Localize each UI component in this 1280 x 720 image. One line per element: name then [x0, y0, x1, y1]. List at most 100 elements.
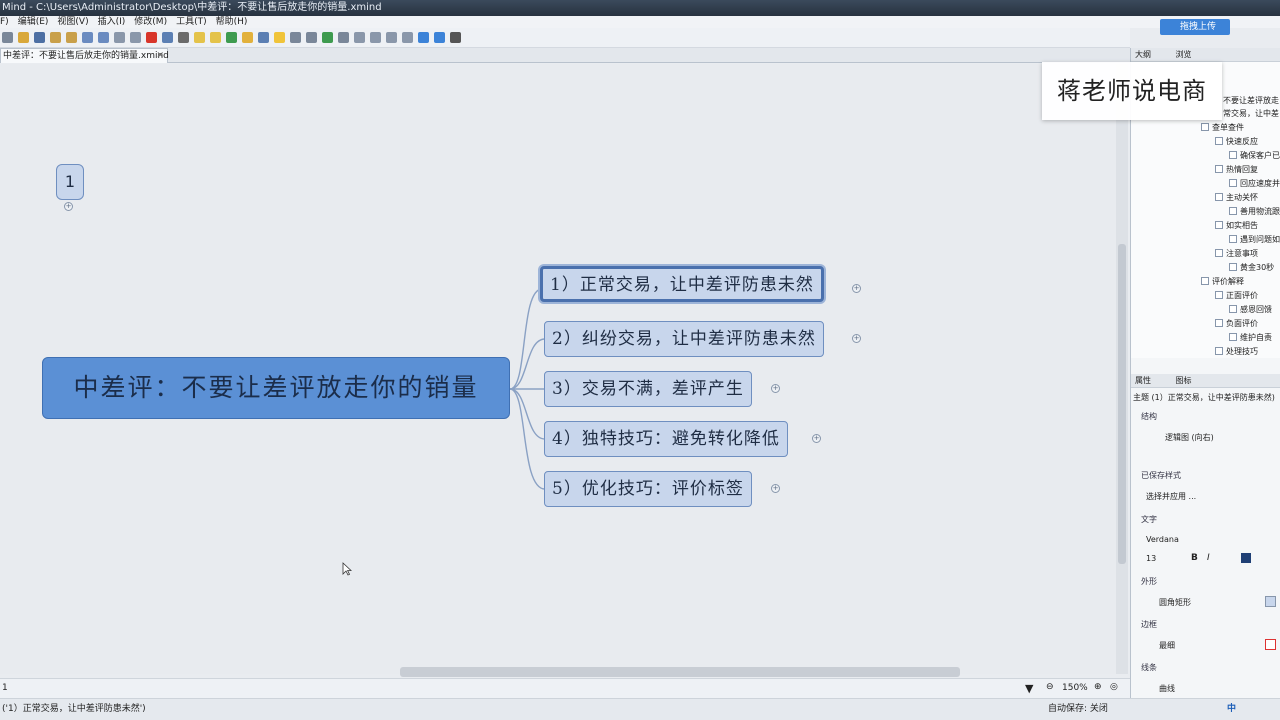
idea-icon[interactable] — [274, 32, 285, 43]
outline-item[interactable]: 确保客户已 — [1229, 149, 1280, 162]
outline-item[interactable]: 不要让差评放走 — [1223, 94, 1279, 107]
outline-item[interactable]: 负面评价 — [1215, 317, 1258, 330]
outline-item[interactable]: 查单查件 — [1201, 121, 1244, 134]
export-icon[interactable] — [338, 32, 349, 43]
expand-collapse-icon[interactable]: + — [852, 334, 861, 343]
tab-outline[interactable]: 大纲 — [1135, 50, 1151, 59]
text-title: 文字 — [1141, 515, 1157, 524]
cloud-upload-icon[interactable] — [418, 32, 429, 43]
image-icon[interactable] — [162, 32, 173, 43]
line-select[interactable]: 曲线 — [1159, 683, 1175, 694]
close-icon[interactable]: ✕ — [156, 49, 164, 63]
editor-tab[interactable]: 中差评：不要让售后放走你的销量.xmind ✕ — [0, 48, 169, 63]
fit-icon[interactable]: ◎ — [1110, 682, 1118, 692]
outline-view-icon[interactable] — [370, 32, 381, 43]
relationship-icon[interactable] — [130, 32, 141, 43]
tab-properties[interactable]: 属性 — [1135, 376, 1151, 385]
ime-indicator[interactable]: 中 — [1227, 699, 1236, 719]
border-color-icon[interactable] — [1265, 639, 1276, 650]
outline-item[interactable]: 主动关怀 — [1215, 191, 1258, 204]
window-title: Mind - C:\Users\Administrator\Desktop\中差… — [2, 2, 382, 13]
outline-item[interactable]: 善用物流跟 — [1229, 205, 1280, 218]
italic-icon[interactable]: I — [1207, 553, 1210, 563]
structure-select[interactable]: 逻辑图 (向右) — [1165, 432, 1214, 443]
upload-button[interactable]: 拖拽上传 — [1160, 19, 1230, 35]
share-icon[interactable] — [322, 32, 333, 43]
open-folder-icon[interactable] — [18, 32, 29, 43]
zoom-level: 150% — [1062, 683, 1088, 693]
bold-icon[interactable]: B — [1191, 553, 1198, 563]
subtopic-icon[interactable] — [98, 32, 109, 43]
font-color-icon[interactable] — [1241, 553, 1251, 563]
tab-icons[interactable]: 图标 — [1176, 376, 1192, 385]
outline-item[interactable]: 维护自责 — [1229, 331, 1272, 344]
format-icon[interactable] — [258, 32, 269, 43]
outline-item[interactable]: 黄金30秒 — [1229, 261, 1274, 274]
grid-icon[interactable] — [354, 32, 365, 43]
filter-icon[interactable]: ▼ — [1025, 682, 1033, 695]
window-title-bar: Mind - C:\Users\Administrator\Desktop\中差… — [0, 0, 1280, 16]
border-select[interactable]: 最细 — [1159, 640, 1175, 651]
menu-modify[interactable]: 修改(M) — [134, 16, 167, 28]
publish-icon[interactable] — [434, 32, 445, 43]
vertical-scrollbar[interactable] — [1116, 64, 1128, 674]
branch-topic-5[interactable]: 5）优化技巧：评价标签 — [544, 471, 752, 507]
outline-item[interactable]: 评价解释 — [1201, 275, 1244, 288]
note-icon[interactable] — [194, 32, 205, 43]
expand-collapse-icon[interactable]: + — [852, 284, 861, 293]
selection-status: ('1）正常交易，让中差评防患未然') — [2, 704, 146, 714]
outline-item[interactable]: 感恩回馈 — [1229, 303, 1272, 316]
zoom-icon[interactable] — [386, 32, 397, 43]
branch-topic-2[interactable]: 2）纠纷交易，让中差评防患未然 — [544, 321, 824, 357]
menu-edit[interactable]: 编辑(E) — [18, 16, 49, 28]
expand-collapse-icon[interactable]: + — [771, 484, 780, 493]
fill-color-icon[interactable] — [1265, 596, 1276, 607]
menu-help[interactable]: 帮助(H) — [216, 16, 248, 28]
outline-item[interactable]: 快速反应 — [1215, 135, 1258, 148]
topic-icon[interactable] — [82, 32, 93, 43]
presentation-icon[interactable] — [146, 32, 157, 43]
branch-topic-4[interactable]: 4）独特技巧：避免转化降低 — [544, 421, 788, 457]
floating-topic[interactable]: 1 — [56, 164, 84, 200]
outline-item[interactable]: 回应速度并 — [1229, 177, 1280, 190]
menu-insert[interactable]: 插入(I) — [98, 16, 126, 28]
redo-icon[interactable] — [66, 32, 77, 43]
menu-tools[interactable]: 工具(T) — [176, 16, 207, 28]
expand-collapse-icon[interactable]: + — [771, 384, 780, 393]
pen-icon[interactable] — [178, 32, 189, 43]
horizontal-scrollbar[interactable] — [400, 667, 960, 677]
outline-item[interactable]: 处理技巧 — [1215, 345, 1258, 358]
expand-collapse-icon[interactable]: + — [64, 202, 73, 211]
label-icon[interactable] — [210, 32, 221, 43]
save-icon[interactable] — [34, 32, 45, 43]
expand-collapse-icon[interactable]: + — [812, 434, 821, 443]
central-topic[interactable]: 中差评：不要让差评放走你的销量 — [42, 357, 510, 419]
map-view-icon[interactable] — [402, 32, 413, 43]
filter-icon[interactable] — [290, 32, 301, 43]
attachment-icon[interactable] — [242, 32, 253, 43]
menu-file[interactable]: F) — [0, 16, 9, 28]
undo-icon[interactable] — [50, 32, 61, 43]
branch-topic-1[interactable]: 1）正常交易，让中差评防患未然 — [540, 266, 824, 302]
shape-select[interactable]: 圆角矩形 — [1159, 597, 1191, 608]
outline-item[interactable]: 正面评价 — [1215, 289, 1258, 302]
outline-item[interactable]: 遇到问题如 — [1229, 233, 1280, 246]
layout-icon[interactable] — [306, 32, 317, 43]
branch-topic-3[interactable]: 3）交易不满，差评产生 — [544, 371, 752, 407]
outline-item[interactable]: 热情回复 — [1215, 163, 1258, 176]
selected-subject: 主题 (1）正常交易，让中差评防患未然) — [1133, 393, 1275, 402]
outline-item[interactable]: 常交易，让中差 — [1223, 107, 1279, 120]
boundary-icon[interactable] — [114, 32, 125, 43]
zoom-in-icon[interactable]: ⊕ — [1094, 682, 1102, 692]
marker-icon[interactable] — [226, 32, 237, 43]
outline-item[interactable]: 注意事项 — [1215, 247, 1258, 260]
font-size-select[interactable]: 13 — [1146, 554, 1156, 563]
outline-item[interactable]: 如实相告 — [1215, 219, 1258, 232]
gear-icon[interactable] — [450, 32, 461, 43]
menu-view[interactable]: 视图(V) — [57, 16, 88, 28]
tab-browse[interactable]: 浏览 — [1176, 50, 1192, 59]
zoom-out-icon[interactable]: ⊖ — [1046, 682, 1054, 692]
font-family-select[interactable]: Verdana — [1146, 535, 1179, 544]
new-file-icon[interactable] — [2, 32, 13, 43]
saved-style-select[interactable]: 选择并应用 ... — [1146, 491, 1196, 502]
